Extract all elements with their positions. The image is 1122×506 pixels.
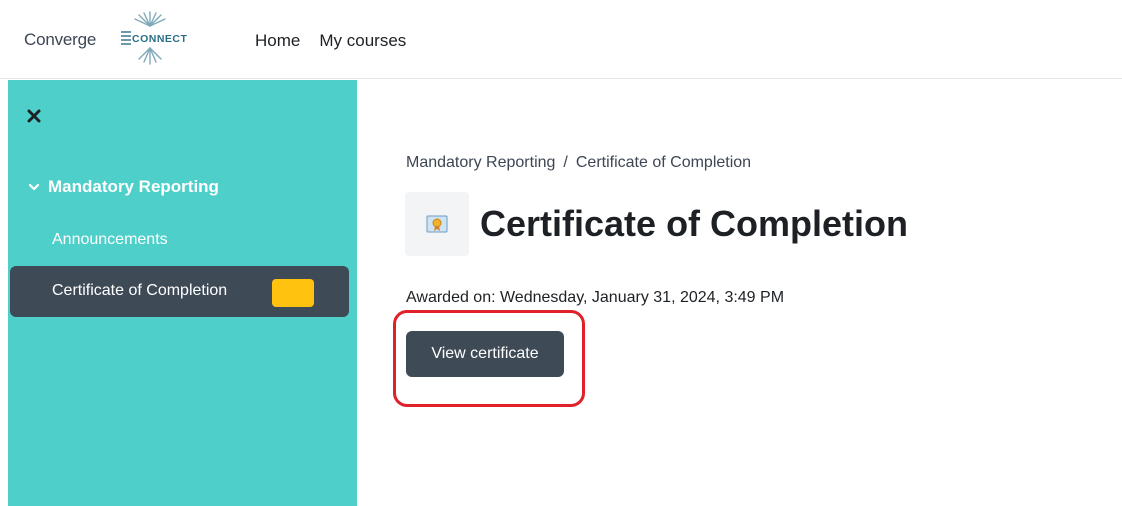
activity-icon-box <box>405 192 469 256</box>
breadcrumb-separator: / <box>563 154 568 171</box>
sidebar-section-mandatory-reporting[interactable]: Mandatory Reporting <box>28 177 219 197</box>
breadcrumb-parent-link[interactable]: Mandatory Reporting <box>406 154 555 172</box>
page-header: Certificate of Completion <box>405 192 908 256</box>
awarded-date-text: Awarded on: Wednesday, January 31, 2024,… <box>406 289 785 306</box>
nav-my-courses-link[interactable]: My courses <box>319 31 406 51</box>
top-navbar: Converge CONNECT Home My courses <box>0 0 1122 79</box>
logo-sub-text: CONNECT <box>132 33 188 45</box>
sidebar-item-label: Certificate of Completion <box>52 282 228 299</box>
sidebar-item-announcements[interactable]: Announcements <box>52 231 168 249</box>
page-title: Certificate of Completion <box>480 203 909 244</box>
site-logo[interactable]: Converge CONNECT <box>24 10 204 66</box>
course-index-drawer: Mandatory Reporting Announcements Certif… <box>8 80 357 506</box>
close-icon[interactable] <box>26 108 42 124</box>
sidebar-item-certificate[interactable]: Certificate of Completion <box>10 266 349 317</box>
logo-brand-text: Converge <box>24 30 97 49</box>
chevron-down-icon <box>28 183 40 191</box>
highlight-badge <box>272 279 314 307</box>
breadcrumb: Mandatory Reporting / Certificate of Com… <box>406 154 751 172</box>
sidebar-section-label: Mandatory Reporting <box>48 177 219 196</box>
certificate-icon <box>426 215 448 233</box>
nav-home-link[interactable]: Home <box>255 31 300 51</box>
primary-nav: Home My courses <box>255 31 406 51</box>
breadcrumb-current: Certificate of Completion <box>575 154 752 171</box>
view-certificate-button[interactable]: View certificate <box>406 331 564 377</box>
